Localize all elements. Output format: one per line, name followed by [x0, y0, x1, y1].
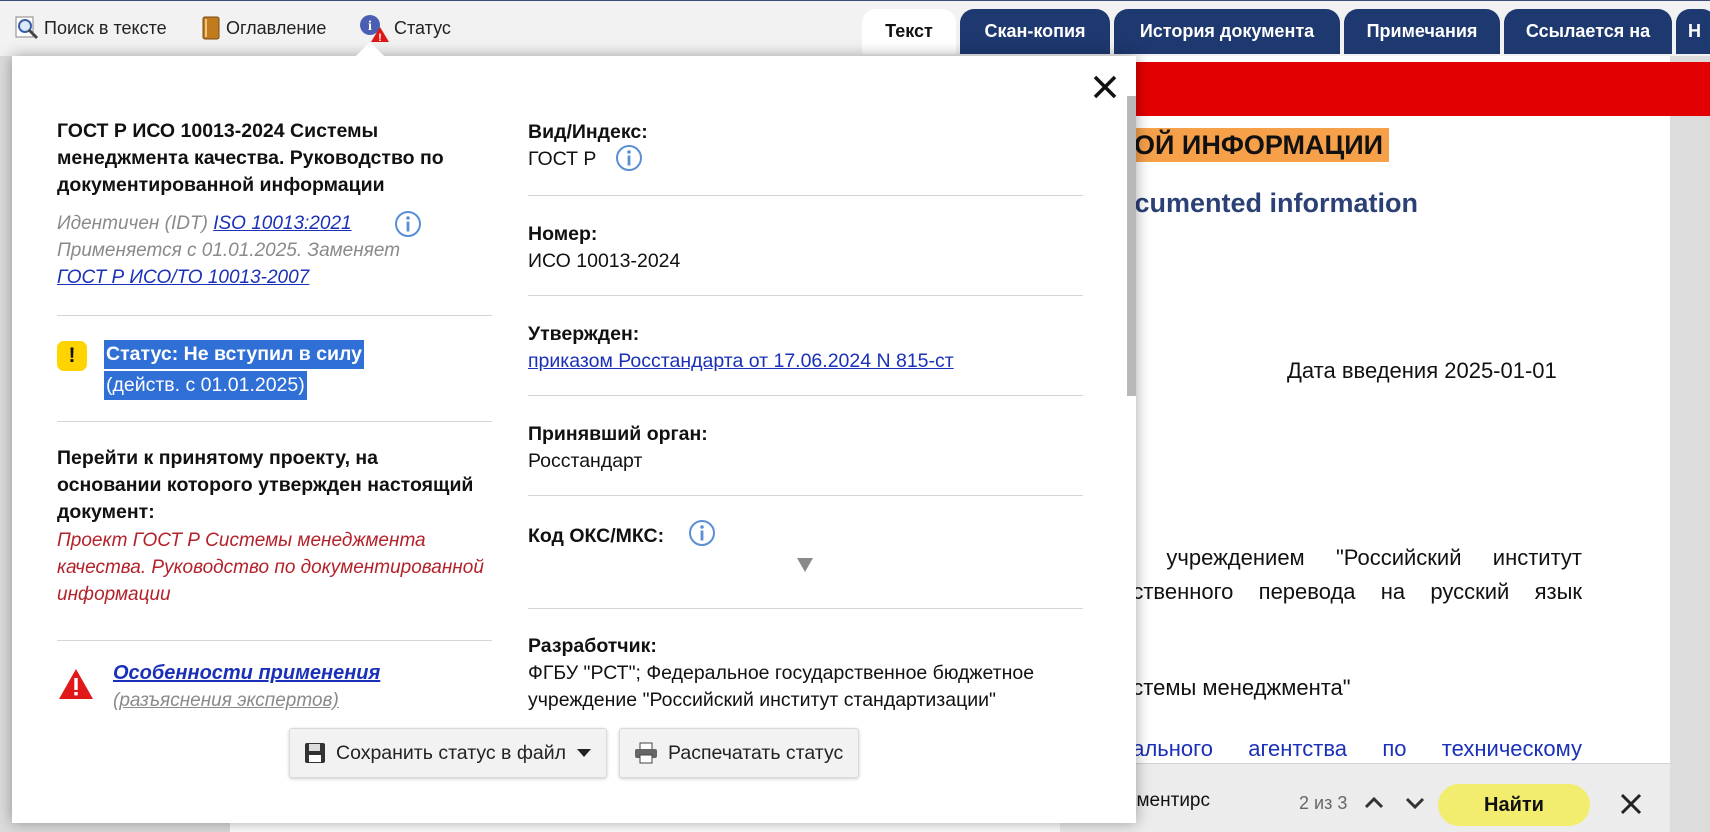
replaced-standard-link[interactable]: ГОСТ Р ИСО/ТО 10013-2007 [57, 267, 309, 288]
tab-references-label: Ссылается на [1525, 21, 1651, 41]
warning-icon [59, 669, 93, 699]
divider [528, 608, 1083, 609]
adopting-body-label: Принявший орган: [528, 423, 708, 445]
toc-button[interactable]: Оглавление [200, 15, 326, 41]
project-heading: Перейти к принятому проекту, на основани… [57, 447, 474, 523]
tab-document-history[interactable]: История документа [1114, 9, 1340, 54]
status-label: Статус [394, 17, 451, 38]
document-text-line: бственного перевода на русский язык [1120, 579, 1582, 604]
document-title: ГОСТ Р ИСО 10013-2024 Системы менеджмент… [57, 120, 444, 196]
adopting-body-value: Росстандарт [528, 450, 643, 472]
save-status-label: Сохранить статус в файл [336, 741, 566, 764]
developer-label: Разработчик: [528, 635, 657, 657]
replaces-line: ГОСТ Р ИСО/ТО 10013-2007 [57, 267, 309, 289]
search-in-text-button[interactable]: Поиск в тексте [14, 15, 167, 41]
find-match-count: 2 из 3 [1299, 793, 1348, 813]
applies-text: Применяется с 01.01.2025. Заменяет [57, 240, 401, 261]
find-previous-icon[interactable] [1360, 790, 1388, 816]
info-icon[interactable] [615, 144, 643, 172]
print-status-button[interactable]: Распечатать статус [619, 728, 859, 778]
document-text-line: м учреждением "Российский институт [1120, 545, 1582, 570]
divider [528, 195, 1083, 196]
find-next-icon[interactable] [1401, 790, 1429, 816]
expand-triangle-icon[interactable] [797, 558, 813, 572]
document-link-line[interactable]: рального агентства по техническому [1120, 736, 1582, 762]
identical-prefix: Идентичен (IDT) [57, 213, 208, 234]
iso-link[interactable]: ISO 10013:2021 [213, 213, 351, 234]
popup-scrollbar[interactable] [1127, 96, 1136, 396]
tab-notes[interactable]: Примечания [1344, 9, 1500, 54]
divider [57, 315, 492, 316]
document-text-line: истемы менеджмента" [1120, 675, 1351, 700]
svg-text:i: i [368, 19, 372, 34]
status-text: Статус: Не вступил в силу [104, 340, 364, 369]
tab-document-history-label: История документа [1139, 21, 1315, 41]
magnifier-icon [15, 16, 39, 40]
toc-label: Оглавление [226, 17, 327, 38]
info-warning-icon: i ! [360, 15, 389, 43]
svg-text:!: ! [378, 32, 382, 43]
number-label: Номер: [528, 223, 598, 245]
approved-order-link[interactable]: приказом Росстандарта от 17.06.2024 N 81… [528, 348, 1088, 375]
features-link[interactable]: Особенности применения [113, 662, 380, 685]
features-sub-link[interactable]: (разъяснения экспертов) [113, 690, 339, 712]
info-icon[interactable] [688, 519, 716, 547]
tab-more-label: Н [1688, 21, 1701, 41]
tab-text-label: Текст [885, 21, 933, 41]
printer-icon [635, 742, 657, 764]
divider [528, 395, 1083, 396]
project-link[interactable]: Проект ГОСТ Р Системы менеджмента качест… [57, 527, 497, 608]
developer-value: ФГБУ "РСТ"; Федеральное государственное … [528, 662, 1035, 711]
kind-value: ГОСТ Р [528, 148, 597, 170]
tab-notes-label: Примечания [1366, 21, 1478, 41]
document-english-title: ocumented information [1118, 188, 1419, 218]
document-margin-right [1670, 56, 1710, 832]
approved-label: Утвержден: [528, 323, 640, 345]
print-status-label: Распечатать статус [668, 741, 844, 764]
tab-references[interactable]: Ссылается на [1504, 9, 1672, 54]
document-heading-highlight: ОЙ ИНФОРМАЦИИ [1134, 128, 1390, 162]
save-status-button[interactable]: Сохранить статус в файл [289, 728, 607, 778]
search-in-text-label: Поиск в тексте [44, 17, 167, 38]
oks-code-label: Код ОКС/МКС: [528, 525, 665, 547]
find-close-icon[interactable] [1617, 790, 1645, 818]
document-status-bar [1100, 62, 1710, 116]
tab-scan-copy-label: Скан-копия [984, 21, 1086, 41]
identical-line: Идентичен (IDT) ISO 10013:2021 [57, 213, 352, 235]
kind-label: Вид/Индекс: [528, 121, 648, 143]
divider [528, 295, 1083, 296]
status-button[interactable]: i ! Статус [358, 15, 451, 43]
status-effective-date: (действ. с 01.01.2025) [104, 371, 307, 400]
divider [528, 495, 1083, 496]
tab-scan-copy[interactable]: Скан-копия [960, 9, 1110, 54]
tab-text[interactable]: Текст [862, 9, 956, 54]
document-effective-date: Дата введения 2025-01-01 [1287, 358, 1557, 383]
exclamation-icon: ! [57, 341, 87, 371]
close-icon[interactable] [1090, 72, 1120, 102]
number-value: ИСО 10013-2024 [528, 250, 681, 272]
find-button[interactable]: Найти [1438, 784, 1590, 826]
divider [57, 640, 492, 641]
floppy-disk-icon [305, 743, 325, 763]
book-icon [202, 16, 220, 40]
divider [57, 421, 492, 422]
tab-more[interactable]: Н [1676, 9, 1710, 54]
caret-down-icon [576, 749, 591, 757]
info-icon[interactable] [394, 210, 422, 238]
